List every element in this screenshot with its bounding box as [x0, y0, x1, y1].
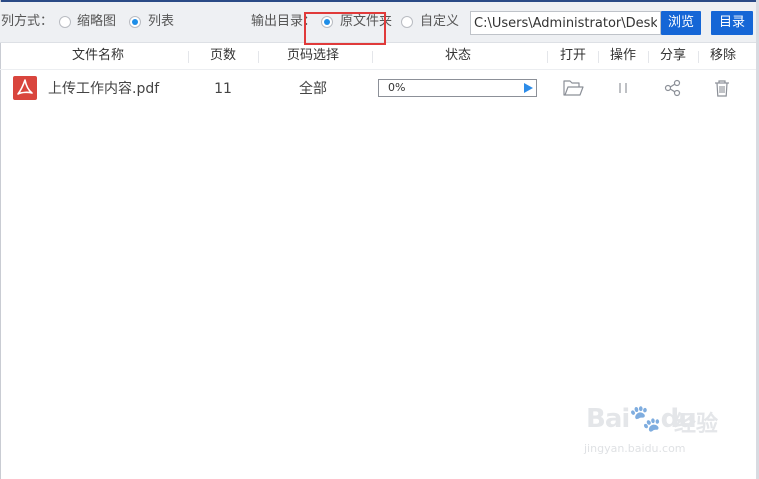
view-thumbnail-label[interactable]: 缩略图	[77, 2, 116, 42]
toolbar: 列方式： 缩略图 列表 输出目录： 原文件夹 自定义 浏览 目录	[0, 2, 756, 45]
output-custom-radio[interactable]	[401, 16, 413, 28]
header-file-name: 文件名称	[71, 48, 124, 63]
output-original-label[interactable]: 原文件夹	[340, 2, 392, 42]
directory-button[interactable]: 目录	[711, 11, 753, 35]
view-list-label[interactable]: 列表	[148, 2, 174, 42]
file-name-cell: 上传工作内容.pdf	[48, 81, 160, 97]
header-divider	[648, 51, 649, 63]
watermark-url: jingyan.baidu.com	[584, 442, 686, 455]
pdf-icon	[13, 76, 37, 100]
header-divider	[372, 51, 373, 63]
view-thumbnail-radio[interactable]	[59, 16, 71, 28]
paw-icon: 🐾	[629, 404, 661, 434]
header-page-select: 页码选择	[286, 48, 339, 63]
trash-icon[interactable]	[711, 78, 733, 98]
header-divider	[188, 51, 189, 63]
header-remove: 移除	[709, 48, 736, 63]
header-operate: 操作	[609, 48, 636, 63]
header-pages: 页数	[209, 48, 236, 63]
view-mode-label: 列方式：	[1, 14, 54, 29]
folder-icon[interactable]	[562, 78, 584, 98]
watermark-brand-cn: 经验	[674, 412, 719, 437]
table-header: 文件名称 页数 页码选择 状态 打开 操作 分享 移除	[0, 43, 756, 70]
output-custom-label[interactable]: 自定义	[420, 2, 459, 42]
pages-cell: 11	[214, 81, 232, 97]
browse-button[interactable]: 浏览	[661, 11, 701, 35]
header-status: 状态	[444, 48, 471, 63]
progress-text: 0%	[388, 81, 406, 94]
output-path-input[interactable]	[470, 11, 661, 35]
share-icon[interactable]	[662, 78, 684, 98]
header-open: 打开	[559, 48, 586, 63]
header-divider	[258, 51, 259, 63]
progress-bar: 0%	[378, 79, 537, 97]
baidu-jingyan-watermark: Bai🐾du 经验 jingyan.baidu.com	[582, 392, 742, 462]
header-share: 分享	[659, 48, 686, 63]
play-icon[interactable]	[524, 83, 533, 93]
header-divider	[598, 51, 599, 63]
pause-icon[interactable]	[612, 78, 634, 98]
page-select-cell[interactable]: 全部	[266, 70, 360, 108]
header-divider	[547, 51, 548, 63]
view-list-radio[interactable]	[129, 16, 141, 28]
header-divider	[698, 51, 699, 63]
output-dir-label: 输出目录：	[251, 14, 317, 29]
output-original-radio[interactable]	[321, 16, 333, 28]
table-row[interactable]: 上传工作内容.pdf 11 全部 0%	[0, 70, 756, 108]
